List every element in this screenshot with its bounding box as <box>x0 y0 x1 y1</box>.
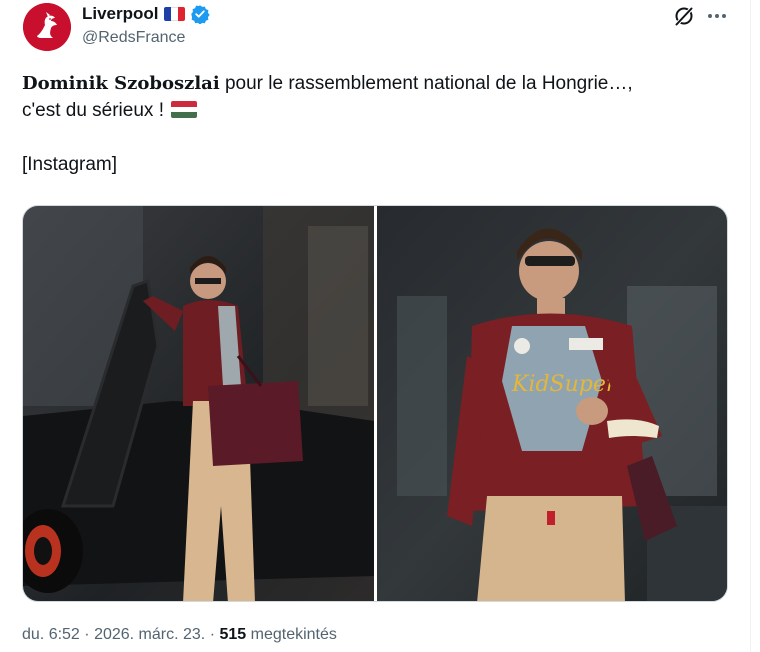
more-icon[interactable] <box>705 4 729 28</box>
tweet-source: [Instagram] <box>22 154 118 175</box>
tweet-text: Dominik Szoboszlai pour le rassemblement… <box>22 70 722 178</box>
photo-2[interactable]: KidSupero <box>377 206 727 601</box>
photo-1[interactable] <box>23 206 374 601</box>
tweet-line-2-text: c'est du sérieux ! <box>22 100 164 121</box>
meta-separator: · <box>209 626 216 643</box>
avatar[interactable] <box>23 3 71 51</box>
meta-separator: · <box>84 626 90 643</box>
tweet-line-2: c'est du sérieux ! <box>22 97 722 124</box>
author-name-row[interactable]: Liverpool <box>82 4 210 24</box>
view-count: 515 <box>219 626 247 643</box>
liverbird-logo <box>23 3 71 51</box>
view-label: megtekintés <box>250 626 337 643</box>
grok-icon[interactable] <box>672 4 696 28</box>
author-handle[interactable]: @RedsFrance <box>82 29 185 47</box>
verified-badge-icon <box>190 5 210 24</box>
tweet-line-1: Dominik Szoboszlai pour le rassemblement… <box>22 70 722 97</box>
tweet-meta: du. 6:52 · 2026. márc. 23. · 515 megteki… <box>22 626 337 644</box>
france-flag-icon <box>163 7 185 21</box>
tweet-date[interactable]: 2026. márc. 23. <box>94 626 205 643</box>
tweet-line-1-text: pour le rassemblement national de la Hon… <box>219 73 633 94</box>
player-name: Dominik Szoboszlai <box>22 73 220 94</box>
tweet-time[interactable]: du. 6:52 <box>22 626 80 643</box>
media-grid[interactable]: KidSupero <box>22 205 728 602</box>
timeline-border <box>750 0 751 652</box>
author-name[interactable]: Liverpool <box>82 4 159 24</box>
hungary-flag-icon <box>171 101 198 118</box>
